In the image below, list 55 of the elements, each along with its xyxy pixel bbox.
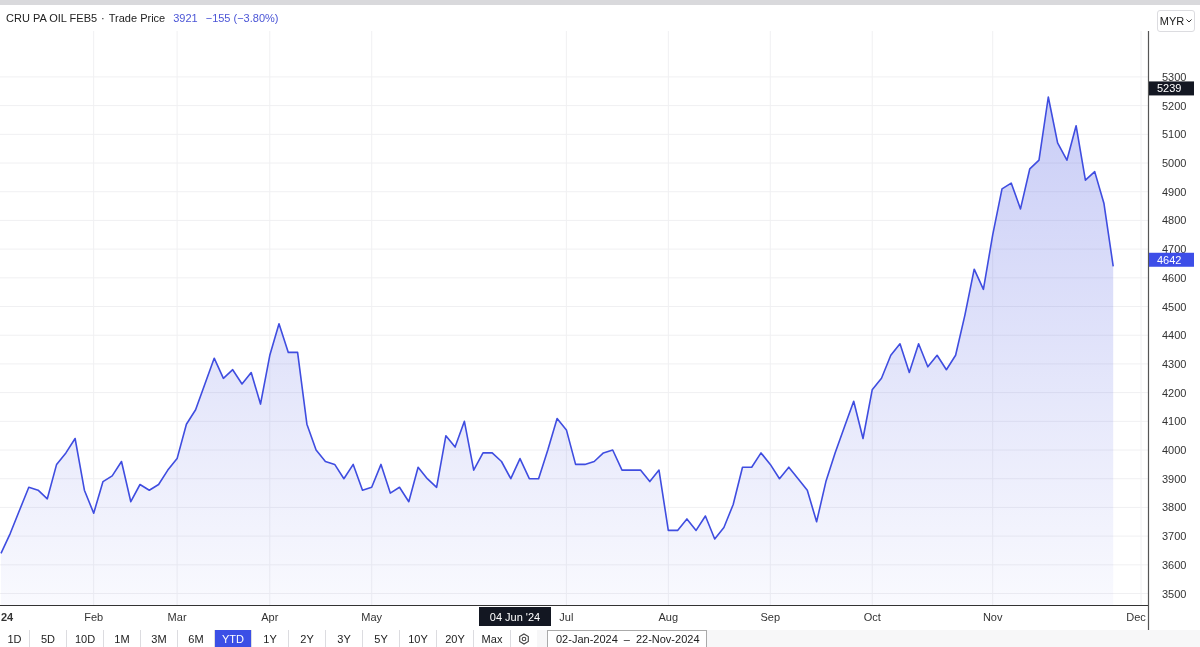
y-axis-label: 3700 [1162,530,1187,543]
range-button[interactable]: 2Y [289,630,326,647]
y-axis-label: 5200 [1162,99,1187,112]
currency-dropdown[interactable]: MYR [1157,10,1195,32]
price-tag: 4642 [1149,252,1194,267]
x-axis-label: Nov [982,611,1003,623]
date-range-field[interactable]: 02-Jan-2024 – 22-Nov-2024 [547,630,707,647]
x-axis-label: Feb [84,611,104,623]
x-axis-label: Oct [863,611,881,623]
range-button[interactable]: 5Y [363,630,400,647]
y-axis-label: 5000 [1162,157,1187,169]
y-axis-label: 4500 [1162,300,1187,313]
range-button[interactable]: Max [474,630,511,647]
y-axis-label: 4200 [1162,386,1187,399]
y-axis-label: 4600 [1162,271,1187,284]
range-button[interactable]: 10Y [400,630,437,647]
y-axis-label: 5100 [1162,128,1187,141]
crosshair-date-tag: 04 Jun '24 [479,607,551,626]
y-axis-label: 3500 [1162,587,1187,600]
settings-icon[interactable] [511,630,537,647]
range-button[interactable]: 1Y [252,630,289,647]
price-tag: 5239 [1149,81,1194,96]
y-axis-label: 4300 [1162,357,1187,370]
y-axis-label: 3800 [1162,501,1187,514]
y-axis-label: 4900 [1162,185,1187,198]
y-axis-label: 3900 [1162,472,1187,485]
x-axis-label: Sep [760,611,781,623]
x-axis-label: Jul [559,611,574,623]
x-axis-label: 24 [1,611,14,623]
range-button[interactable]: 6M [178,630,215,647]
x-axis-label: May [361,611,383,623]
price-change: −155 (−3.80%) [205,12,279,24]
range-button[interactable]: YTD [215,630,252,647]
separator-dot: · [101,12,105,24]
x-axis-label: Dec [1126,611,1146,623]
x-axis-label: Aug [658,611,679,623]
y-axis-label: 4800 [1162,214,1187,227]
range-button[interactable]: 20Y [437,630,474,647]
range-button[interactable]: 5D [30,630,67,647]
y-axis-label: 3600 [1162,558,1187,571]
range-button[interactable]: 3M [141,630,178,647]
y-axis-label: 4400 [1162,329,1187,342]
y-axis-label: 4000 [1162,444,1187,456]
caret-icon [1186,19,1193,23]
x-axis-label: Mar [167,611,187,623]
y-axis-label: 4100 [1162,415,1187,428]
range-button[interactable]: 3Y [326,630,363,647]
x-axis-label: Apr [261,611,279,623]
range-button[interactable]: 10D [67,630,104,647]
field-label: Trade Price [108,12,166,24]
last-price: 3921 [173,12,198,24]
y-axis-label: 5300 [1162,70,1187,83]
instrument-name: CRU PA OIL FEB5 [6,12,98,24]
range-button[interactable]: 1M [104,630,141,647]
range-button[interactable]: 1D [0,630,30,647]
